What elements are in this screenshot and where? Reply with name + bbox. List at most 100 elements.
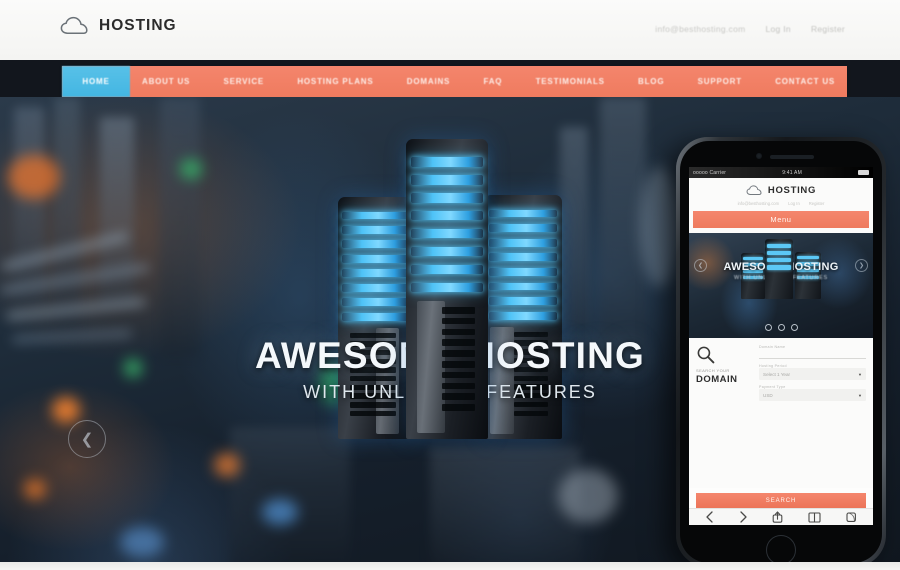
chevron-left-icon[interactable] xyxy=(705,511,714,523)
nav-item-support[interactable]: SUPPORT xyxy=(686,66,754,97)
chevron-right-icon[interactable] xyxy=(739,511,748,523)
mobile-carousel-prev-button[interactable]: ❮ xyxy=(694,259,707,272)
bg-light-orange-3 xyxy=(24,479,46,499)
mobile-register-link[interactable]: Register xyxy=(809,201,825,206)
header-utility-links: info@besthosting.com Log In Register xyxy=(655,24,845,34)
nav-item-contact-us[interactable]: CONTACT US xyxy=(763,66,847,97)
nav-spacer-6 xyxy=(617,66,626,97)
cloud-icon xyxy=(746,185,762,195)
mobile-period-select-value: Select 1 Year xyxy=(763,371,791,377)
mobile-search-fields: Domain Name Hosting Period Select 1 Year… xyxy=(759,345,866,484)
mobile-period-select-group: Hosting Period Select 1 Year ▼ xyxy=(759,364,866,380)
mobile-carousel-indicators xyxy=(689,324,873,331)
tabs-icon[interactable] xyxy=(846,511,857,523)
mobile-header: HOSTING info@besthosting.com Log In Regi… xyxy=(689,178,873,233)
mobile-domain-search: SEARCH YOUR DOMAIN Domain Name Hosting P… xyxy=(689,338,873,488)
register-link[interactable]: Register xyxy=(811,24,845,34)
page-bottom-edge xyxy=(0,562,900,570)
site-header: HOSTING info@besthosting.com Log In Regi… xyxy=(0,0,900,60)
bg-light-green-1 xyxy=(180,159,202,179)
mobile-domain-input[interactable] xyxy=(759,349,866,359)
nav-item-testimonials[interactable]: TESTIMONIALS xyxy=(524,66,617,97)
nav-spacer-7 xyxy=(676,66,685,97)
server-leds-left xyxy=(342,211,408,323)
hero-carousel: AWESOME HOSTING WITH UNLIMITED FEATURES … xyxy=(0,97,900,570)
front-camera-icon xyxy=(756,153,762,159)
mobile-tower-center xyxy=(765,239,793,299)
server-leds-right xyxy=(488,209,558,322)
nav-item-hosting-plans[interactable]: HOSTING PLANS xyxy=(285,66,385,97)
bg-light-blue-2 xyxy=(120,527,164,557)
browser-page: HOSTING info@besthosting.com Log In Regi… xyxy=(0,0,900,570)
phone-bezel: ooooo Carrier 9:41 AM HOSTING info@besth… xyxy=(680,141,882,563)
battery-icon xyxy=(857,170,869,175)
mobile-header-email[interactable]: info@besthosting.com xyxy=(738,201,780,206)
nav-item-service[interactable]: SERVICE xyxy=(211,66,276,97)
search-icon xyxy=(697,346,715,364)
mobile-browser-toolbar xyxy=(689,508,873,525)
cloud-icon xyxy=(60,16,88,34)
bookmarks-icon[interactable] xyxy=(808,511,821,523)
status-time: 9:41 AM xyxy=(782,169,802,176)
mobile-carousel-dot-1[interactable] xyxy=(764,324,772,331)
nav-item-about-us[interactable]: ABOUT US xyxy=(130,66,202,97)
bg-rack-8 xyxy=(430,447,580,570)
home-button[interactable] xyxy=(766,535,796,565)
mobile-search-label-big: DOMAIN xyxy=(696,374,738,385)
mobile-hero-carousel: AWESOME HOSTING WITH UNLIMITED FEATURES … xyxy=(689,233,873,338)
server-tower-center xyxy=(406,139,488,439)
nav-spacer-8 xyxy=(754,66,763,97)
phone-screen: ooooo Carrier 9:41 AM HOSTING info@besth… xyxy=(689,167,873,525)
mobile-carousel-next-button[interactable]: ❯ xyxy=(855,259,868,272)
chevron-down-icon: ▼ xyxy=(858,392,862,398)
bg-light-white-2 xyxy=(640,167,680,287)
mobile-period-select[interactable]: Select 1 Year ▼ xyxy=(759,368,866,380)
site-logo[interactable]: HOSTING xyxy=(60,16,177,36)
server-vents-center xyxy=(442,307,475,427)
bg-light-orange-1 xyxy=(8,155,60,199)
nav-item-blog[interactable]: BLOG xyxy=(626,66,676,97)
nav-item-domains[interactable]: DOMAINS xyxy=(395,66,462,97)
nav-spacer-2 xyxy=(276,66,285,97)
chevron-left-icon: ❮ xyxy=(80,431,94,448)
header-email[interactable]: info@besthosting.com xyxy=(655,24,745,34)
mobile-logo-text: HOSTING xyxy=(767,185,817,196)
mobile-logo[interactable]: HOSTING xyxy=(689,185,873,196)
bg-rack-3 xyxy=(100,117,134,307)
mobile-carousel-dot-2[interactable] xyxy=(777,324,785,331)
share-icon[interactable] xyxy=(772,511,783,523)
mobile-carousel-dot-3[interactable] xyxy=(790,324,798,331)
mobile-utility-links: info@besthosting.com Log In Register xyxy=(689,201,873,206)
phone-status-bar: ooooo Carrier 9:41 AM xyxy=(689,167,873,178)
server-leds-center xyxy=(410,157,484,295)
mobile-menu-button[interactable]: Menu xyxy=(693,211,869,228)
chevron-left-icon: ❮ xyxy=(697,263,704,269)
nav-spacer-3 xyxy=(386,66,395,97)
mobile-domain-field-group: Domain Name xyxy=(759,345,866,359)
chevron-right-icon: ❯ xyxy=(858,263,865,269)
earpiece-speaker-icon xyxy=(770,155,814,159)
bg-light-orange-4 xyxy=(214,453,240,477)
mobile-payment-select[interactable]: USD ▼ xyxy=(759,389,866,401)
mobile-payment-select-group: Payment Type USD ▼ xyxy=(759,385,866,401)
bg-rack-4 xyxy=(160,97,200,357)
carousel-prev-button[interactable]: ❮ xyxy=(68,420,106,458)
mobile-search-button[interactable]: SEARCH xyxy=(696,493,866,508)
nav-item-faq[interactable]: FAQ xyxy=(471,66,514,97)
nav-item-home[interactable]: HOME xyxy=(62,66,130,97)
mobile-login-link[interactable]: Log In xyxy=(788,201,800,206)
chevron-down-icon: ▼ xyxy=(858,371,862,377)
bg-rack-1 xyxy=(14,107,44,307)
bg-rack-2 xyxy=(54,97,80,337)
bg-rack-7 xyxy=(230,427,350,570)
nav-spacer-1 xyxy=(202,66,211,97)
bg-light-blue-1 xyxy=(262,499,298,525)
nav-spacer-5 xyxy=(514,66,523,97)
mobile-payment-select-value: USD xyxy=(763,392,773,398)
main-navigation: HOME ABOUT US SERVICE HOSTING PLANS DOMA… xyxy=(62,66,847,97)
mobile-search-heading: SEARCH YOUR DOMAIN xyxy=(696,345,752,484)
site-logo-text: HOSTING xyxy=(99,17,177,34)
login-link[interactable]: Log In xyxy=(766,24,791,34)
nav-spacer-4 xyxy=(462,66,471,97)
phone-mockup: ooooo Carrier 9:41 AM HOSTING info@besth… xyxy=(676,137,886,567)
